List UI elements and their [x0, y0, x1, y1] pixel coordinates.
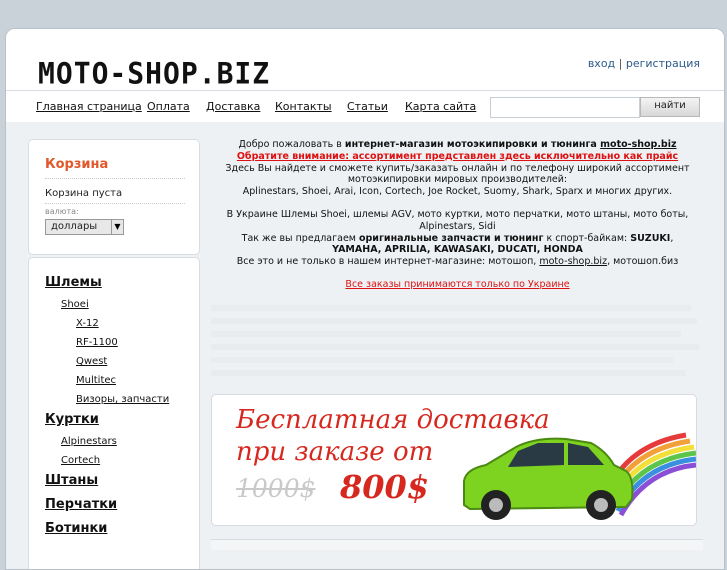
welcome-line-3: Здесь Вы найдете и сможете купить/заказа… [225, 162, 690, 174]
subcategory-shoei[interactable]: Shoei [61, 299, 89, 310]
cart-box: Корзина Корзина пуста валюта: доллары ▼ [28, 139, 200, 255]
chevron-down-icon[interactable]: ▼ [111, 219, 124, 235]
seo-line [211, 318, 697, 324]
banner-title-line-2: при заказе от [236, 437, 434, 467]
subcategory-rf1100[interactable]: RF-1100 [76, 337, 118, 348]
nav-home[interactable]: Главная страница [36, 100, 142, 113]
cart-empty-text: Корзина пуста [45, 188, 123, 199]
auth-links: вход | регистрация [588, 57, 700, 70]
welcome-line-1: Добро пожаловать в интернет-магазин мото… [210, 139, 705, 151]
brand-list: YAMAHA, APRILIA, KAWASAKI, DUCATI, HONDA [332, 244, 583, 256]
welcome-line-10: Все это и не только в нашем интернет-маг… [210, 256, 705, 268]
seo-line [211, 344, 699, 350]
welcome-all-this: Все это и не только в нашем интернет-маг… [236, 256, 540, 268]
category-pants[interactable]: Штаны [45, 473, 98, 488]
free-delivery-banner[interactable]: Бесплатная доставка при заказе от 1000$ … [211, 394, 697, 526]
category-jackets[interactable]: Куртки [45, 412, 99, 427]
welcome-shop-type: интернет-магазин мотоэкипировки и тюнинг… [344, 139, 601, 150]
seo-line [211, 305, 691, 311]
login-link[interactable]: вход [588, 57, 615, 70]
main-nav: Главная страница Оплата Доставка Контакт… [6, 90, 724, 123]
welcome-line-8: Так же вы предлагаем оригинальные запчас… [210, 233, 705, 245]
nav-sitemap[interactable]: Карта сайта [405, 100, 476, 113]
subcategory-multitec[interactable]: Multitec [76, 375, 116, 386]
welcome-alias: , мотошоп.биз [607, 256, 679, 268]
welcome-spacer [210, 198, 705, 209]
auth-separator: | [618, 57, 623, 70]
search-input[interactable] [490, 97, 640, 118]
subcategory-x12[interactable]: X-12 [76, 318, 99, 329]
orders-link[interactable]: Все заказы принимаются только по Украине [345, 279, 569, 290]
seo-line [211, 370, 686, 376]
nav-articles[interactable]: Статьи [347, 100, 388, 113]
welcome-line-4: мотоэкипировки мировых производителей: [347, 174, 568, 186]
welcome-greeting: Добро пожаловать в [238, 139, 345, 150]
welcome-spacer-2 [210, 268, 705, 279]
seo-line [211, 357, 673, 363]
nav-contacts[interactable]: Контакты [275, 100, 332, 113]
cart-divider [45, 178, 185, 179]
currency-label: валюта: [45, 207, 79, 216]
page-frame: MOTO-SHOP.BIZ вход | регистрация Главная… [5, 28, 725, 570]
category-boots[interactable]: Ботинки [45, 521, 107, 536]
welcome-text: Добро пожаловать в интернет-магазин мото… [210, 139, 705, 291]
subcategory-visors[interactable]: Визоры, запчасти [76, 394, 169, 405]
welcome-notice[interactable]: Обратите внимание: ассортимент представл… [210, 151, 705, 163]
seo-line [211, 331, 681, 337]
banner-old-price: 1000$ [236, 474, 316, 503]
seo-text-block [211, 301, 703, 383]
notice-link[interactable]: Обратите внимание: ассортимент представл… [237, 151, 678, 162]
site-logo[interactable]: MOTO-SHOP.BIZ [38, 56, 270, 91]
brand-suzuki: SUZUKI [630, 232, 671, 244]
register-link[interactable]: регистрация [626, 57, 700, 70]
welcome-offer-intro: Так же вы предлагаем [241, 232, 359, 244]
search-button[interactable]: найти [640, 97, 700, 117]
nav-delivery[interactable]: Доставка [206, 100, 260, 113]
welcome-line-9: YAMAHA, APRILIA, KAWASAKI, DUCATI, HONDA [210, 244, 705, 256]
cart-title: Корзина [45, 157, 109, 172]
welcome-offer-parts: оригинальные запчасти и тюнинг [358, 232, 544, 244]
orders-notice: Все заказы принимаются только по Украине [210, 279, 705, 291]
banner-new-price: 800$ [340, 468, 430, 506]
welcome-line-6: В Украине Шлемы Shoei, шлемы AGV, мото к… [226, 208, 689, 220]
category-gloves[interactable]: Перчатки [45, 497, 117, 512]
cart-divider-2 [45, 203, 185, 204]
subcategory-cortech[interactable]: Cortech [61, 455, 100, 466]
welcome-comma: , [670, 232, 674, 244]
welcome-site-link[interactable]: moto-shop.biz [600, 139, 676, 150]
welcome-line-7: Alpinestars, Sidi [419, 220, 496, 232]
car-illustration-icon [463, 432, 696, 520]
welcome-offer-to: к спорт-байкам: [543, 232, 631, 244]
category-helmets[interactable]: Шлемы [45, 275, 102, 290]
category-menu: Шлемы Shoei X-12 RF-1100 Qwest Multitec … [28, 257, 200, 569]
subcategory-alpinestars[interactable]: Alpinestars [61, 436, 117, 447]
site-header: MOTO-SHOP.BIZ вход | регистрация [6, 29, 724, 91]
currency-select[interactable]: доллары [45, 219, 114, 235]
welcome-line-5: Aplinestars, Shoei, Arai, Icon, Cortech,… [242, 186, 673, 198]
nav-payment[interactable]: Оплата [147, 100, 190, 113]
site-link-2[interactable]: moto-shop.biz [539, 256, 607, 267]
subcategory-qwest[interactable]: Qwest [76, 356, 107, 367]
